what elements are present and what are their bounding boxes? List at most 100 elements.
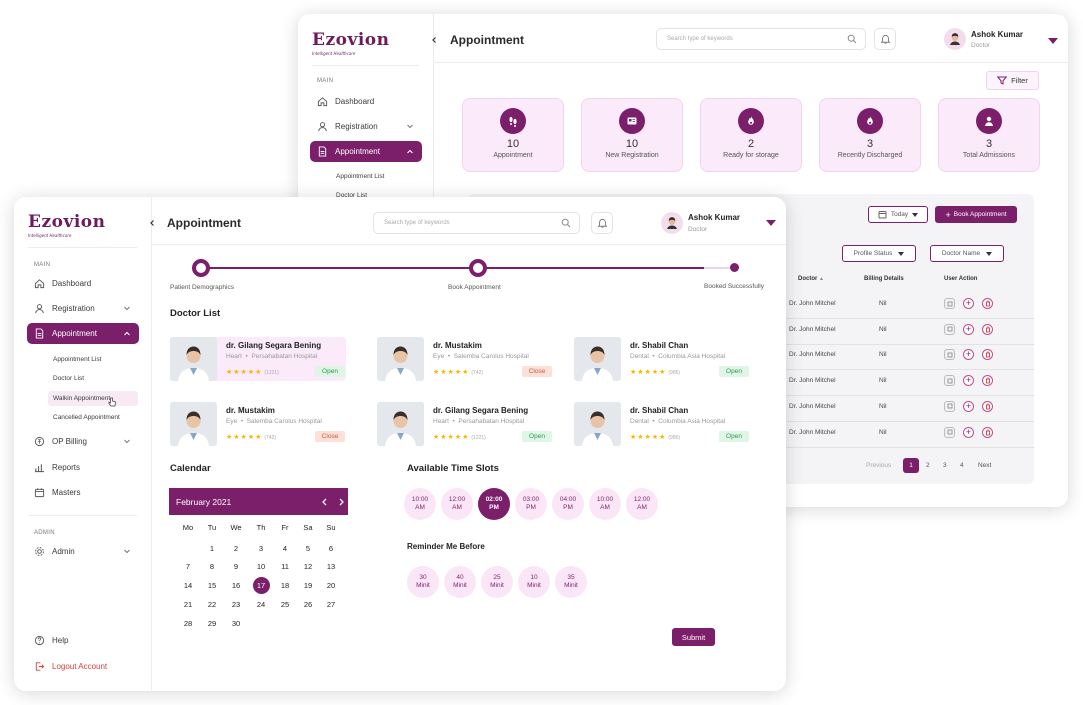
doctor-name-dropdown[interactable]: Doctor Name: [930, 245, 1004, 262]
calendar-day[interactable]: 3: [250, 539, 272, 557]
archive-icon[interactable]: [944, 323, 955, 335]
calendar-next-icon[interactable]: [338, 498, 345, 506]
calendar-day[interactable]: 20: [320, 577, 342, 595]
column-header-doctor[interactable]: Doctor ▲: [798, 276, 824, 282]
step-dot-patient-demographics[interactable]: [192, 259, 210, 277]
reminder-option[interactable]: 10 Minit: [518, 566, 550, 598]
time-slot[interactable]: 02:00 PM: [478, 488, 510, 520]
calendar-day[interactable]: 10: [250, 558, 272, 576]
delete-icon[interactable]: [982, 298, 993, 309]
reminder-option[interactable]: 35 Minit: [555, 566, 587, 598]
calendar-day[interactable]: 21: [177, 595, 199, 613]
nav-appointment[interactable]: Appointment: [27, 323, 139, 344]
archive-icon[interactable]: [944, 400, 955, 412]
search-input[interactable]: Search type of keywords: [373, 212, 580, 234]
calendar-day[interactable]: 24: [250, 595, 272, 613]
doctor-card[interactable]: dr. Mustakim Eye • Salemba Carolus Hospi…: [377, 337, 553, 381]
add-icon[interactable]: +: [963, 298, 974, 309]
calendar-day[interactable]: 8: [201, 558, 223, 576]
step-dot-booked-successfully[interactable]: [730, 263, 739, 272]
back-nav-registration[interactable]: Registration: [310, 117, 422, 135]
calendar-day[interactable]: 18: [274, 577, 296, 595]
calendar-day[interactable]: 9: [225, 558, 247, 576]
search-input[interactable]: Search type of keywords: [656, 28, 866, 50]
time-slot[interactable]: 10:00 AM: [589, 488, 621, 520]
calendar-day[interactable]: 29: [201, 614, 223, 632]
avatar[interactable]: [661, 212, 683, 234]
step-dot-book-appointment[interactable]: [469, 259, 487, 277]
time-slot[interactable]: 03:00 PM: [515, 488, 547, 520]
doctor-card[interactable]: dr. Gilang Segara Bening Heart • Persaha…: [377, 402, 553, 446]
today-dropdown[interactable]: Today: [868, 206, 928, 223]
calendar-prev-icon[interactable]: [321, 498, 328, 506]
calendar-day[interactable]: 1: [201, 539, 223, 557]
subnav-cancelled-appointment[interactable]: Cancelled Appointment: [53, 414, 120, 421]
profile-status-dropdown[interactable]: Profile Status: [842, 245, 916, 262]
subnav-appointment-list[interactable]: Appointment List: [53, 356, 101, 363]
time-slot[interactable]: 12:00 AM: [626, 488, 658, 520]
back-nav-appointment[interactable]: Appointment: [310, 141, 422, 162]
nav-logout[interactable]: Logout Account: [27, 657, 139, 675]
avatar[interactable]: [944, 28, 966, 50]
delete-icon[interactable]: [982, 400, 993, 412]
notification-button[interactable]: [874, 28, 896, 50]
archive-icon[interactable]: [944, 349, 955, 361]
calendar-day[interactable]: 14: [177, 577, 199, 595]
user-menu-caret-icon[interactable]: [766, 220, 776, 226]
pagination-page[interactable]: 2: [926, 462, 930, 469]
back-nav-dashboard[interactable]: Dashboard: [310, 92, 422, 110]
notification-button[interactable]: [591, 212, 613, 234]
pagination-page-current[interactable]: 1: [903, 458, 919, 473]
collapse-chevron-icon[interactable]: [148, 219, 156, 227]
nav-registration[interactable]: Registration: [27, 299, 139, 317]
doctor-card[interactable]: dr. Gilang Segara Bening Heart • Persaha…: [170, 337, 346, 381]
calendar-day[interactable]: 7: [177, 558, 199, 576]
delete-icon[interactable]: [982, 426, 993, 438]
subnav-doctor-list[interactable]: Doctor List: [53, 375, 84, 382]
calendar-day[interactable]: 30: [225, 614, 247, 632]
calendar-day[interactable]: 4: [274, 539, 296, 557]
nav-op-billing[interactable]: OP Billing: [27, 432, 139, 450]
nav-dashboard[interactable]: Dashboard: [27, 274, 139, 292]
time-slot[interactable]: 12:00 AM: [441, 488, 473, 520]
calendar-day[interactable]: 6: [320, 539, 342, 557]
calendar-day[interactable]: 27: [320, 595, 342, 613]
doctor-card[interactable]: dr. Mustakim Eye • Salemba Carolus Hospi…: [170, 402, 346, 446]
archive-icon[interactable]: [944, 426, 955, 438]
add-icon[interactable]: +: [963, 323, 974, 335]
nav-admin[interactable]: Admin: [27, 542, 139, 560]
nav-reports[interactable]: Reports: [27, 458, 139, 476]
add-icon[interactable]: +: [963, 400, 974, 412]
reminder-option[interactable]: 25 Minit: [481, 566, 513, 598]
doctor-card[interactable]: dr. Shabil Chan Dental • Columbia Asia H…: [574, 337, 750, 381]
calendar-day[interactable]: 19: [297, 577, 319, 595]
reminder-option[interactable]: 30 Minit: [407, 566, 439, 598]
calendar-day[interactable]: 25: [274, 595, 296, 613]
nav-masters[interactable]: Masters: [27, 483, 139, 501]
nav-help[interactable]: Help: [27, 631, 139, 649]
archive-icon[interactable]: [944, 375, 955, 387]
pagination-page[interactable]: 3: [943, 462, 947, 469]
calendar-day[interactable]: 2: [225, 539, 247, 557]
calendar-day[interactable]: 5: [297, 539, 319, 557]
calendar-day[interactable]: 13: [320, 558, 342, 576]
add-icon[interactable]: +: [963, 426, 974, 438]
calendar-day[interactable]: 23: [225, 595, 247, 613]
calendar-day[interactable]: 15: [201, 577, 223, 595]
doctor-card[interactable]: dr. Shabil Chan Dental • Columbia Asia H…: [574, 402, 750, 446]
calendar-day[interactable]: 16: [225, 577, 247, 595]
time-slot[interactable]: 10:00 AM: [404, 488, 436, 520]
delete-icon[interactable]: [982, 323, 993, 335]
reminder-option[interactable]: 40 Minit: [444, 566, 476, 598]
time-slot[interactable]: 04:00 PM: [552, 488, 584, 520]
back-subnav-appointment-list[interactable]: Appointment List: [336, 173, 384, 180]
archive-icon[interactable]: [944, 298, 955, 309]
calendar-day[interactable]: 26: [297, 595, 319, 613]
pagination-previous[interactable]: Previous: [866, 462, 891, 469]
calendar-day[interactable]: 28: [177, 614, 199, 632]
calendar-day[interactable]: 12: [297, 558, 319, 576]
submit-button[interactable]: Submit: [672, 628, 715, 646]
user-menu-caret-icon[interactable]: [1048, 38, 1058, 44]
pagination-next[interactable]: Next: [978, 462, 991, 469]
calendar-day[interactable]: 22: [201, 595, 223, 613]
